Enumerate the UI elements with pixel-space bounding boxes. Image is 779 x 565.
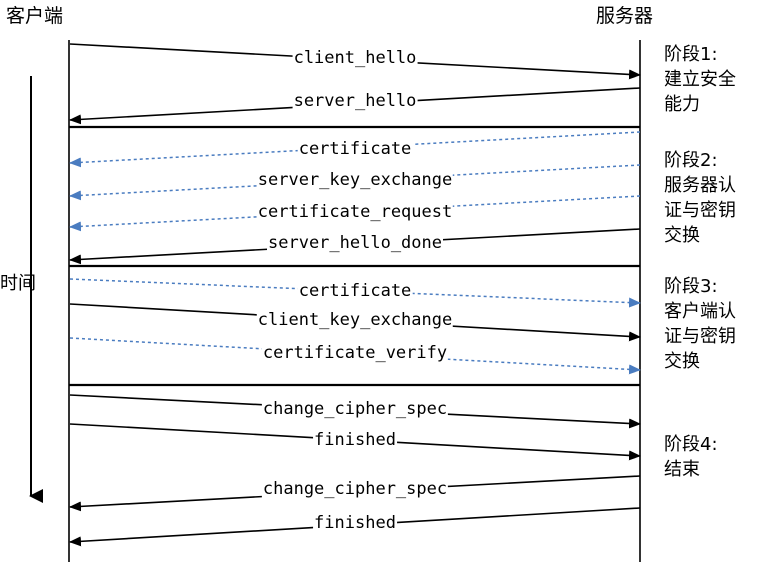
phase-3-title: 阶段3:	[664, 276, 718, 297]
message-label-client-key-exchange: client_key_exchange	[256, 310, 454, 330]
phase-1-title: 阶段1:	[664, 44, 718, 65]
message-label-server-hello: server_hello	[292, 91, 418, 111]
message-label-finished: finished	[313, 513, 397, 533]
message-label-certificate: certificate	[297, 139, 413, 159]
phase-4-label: 阶段4: 结束	[664, 432, 776, 482]
phase-1-desc: 建立安全能力	[664, 69, 736, 115]
message-label-server-key-exchange: server_key_exchange	[256, 170, 454, 190]
phase-2-desc: 服务器认证与密钥交换	[664, 175, 736, 246]
message-label-finished: finished	[313, 430, 397, 450]
time-label: 时间	[0, 273, 36, 294]
phase-2-label: 阶段2: 服务器认证与密钥交换	[664, 148, 776, 248]
phase-1-label: 阶段1: 建立安全能力	[664, 42, 776, 117]
phase-2-title: 阶段2:	[664, 150, 718, 171]
tls-handshake-diagram: 客户端 服务器 时间 阶段1: 建立安全能力 阶段2: 服务器认证与密钥交换 阶…	[0, 0, 779, 565]
client-label: 客户端	[6, 5, 64, 27]
phase-3-label: 阶段3: 客户端认证与密钥交换	[664, 274, 776, 374]
message-label-certificate-request: certificate_request	[256, 202, 454, 222]
message-label-server-hello-done: server_hello_done	[267, 233, 443, 253]
message-label-client-hello: client_hello	[292, 48, 418, 68]
message-label-certificate: certificate	[297, 281, 413, 301]
server-label: 服务器	[596, 5, 654, 27]
phase-4-title: 阶段4:	[664, 434, 718, 455]
phase-4-desc: 结束	[664, 459, 700, 480]
message-label-change-cipher-spec: change_cipher_spec	[261, 399, 449, 419]
message-label-certificate-verify: certificate_verify	[261, 343, 449, 363]
message-label-change-cipher-spec: change_cipher_spec	[261, 479, 449, 499]
phase-3-desc: 客户端认证与密钥交换	[664, 301, 736, 372]
